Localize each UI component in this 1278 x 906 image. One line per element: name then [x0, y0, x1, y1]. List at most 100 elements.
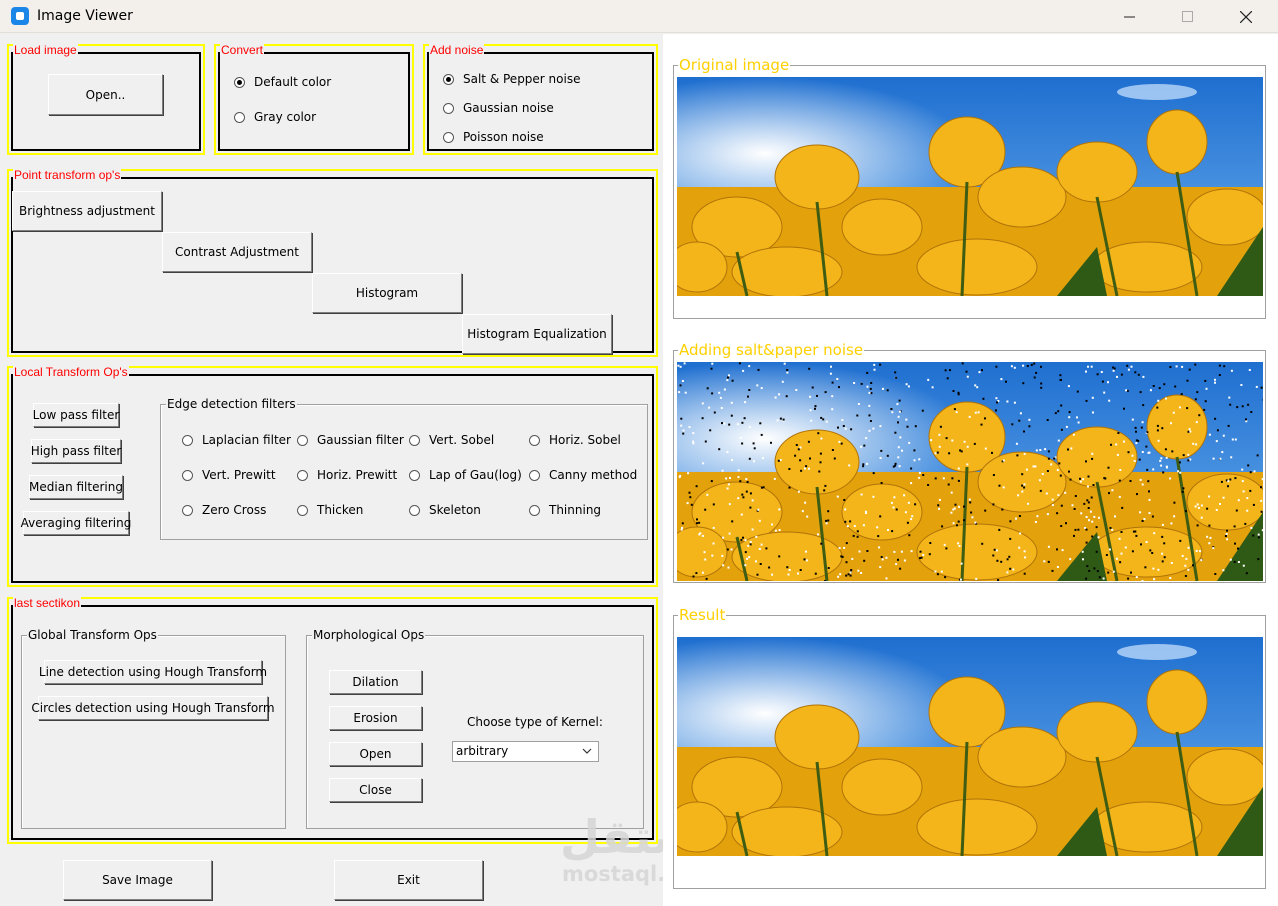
- noise-speck: [1073, 508, 1076, 510]
- radio-horiz-sobel[interactable]: Horiz. Sobel: [529, 433, 621, 447]
- high-pass-filter-button[interactable]: High pass filter: [31, 439, 121, 463]
- noise-speck: [838, 547, 841, 550]
- low-pass-filter-button[interactable]: Low pass filter: [33, 403, 119, 427]
- noise-speck: [1186, 407, 1189, 410]
- open-image-button[interactable]: Open..: [48, 74, 163, 115]
- radio-laplacian-filter[interactable]: Laplacian filter: [182, 433, 291, 447]
- noise-speck: [1151, 552, 1154, 554]
- radio-gaussian-noise[interactable]: Gaussian noise: [443, 101, 554, 115]
- noise-speck: [756, 384, 759, 387]
- window-title: Image Viewer: [37, 8, 133, 24]
- tulips-noisy-photo: [677, 362, 1263, 581]
- radio-label: Vert. Prewitt: [202, 468, 276, 482]
- noise-speck: [869, 387, 872, 390]
- noise-speck: [698, 521, 701, 524]
- noise-speck: [898, 410, 901, 413]
- noise-speck: [882, 387, 884, 390]
- noise-speck: [934, 570, 937, 573]
- edge-detection-group: Edge detection filters Laplacian filter …: [160, 397, 648, 540]
- noise-speck: [1138, 458, 1141, 461]
- noise-speck: [1225, 533, 1228, 535]
- noise-speck: [1006, 571, 1009, 574]
- averaging-filtering-button[interactable]: Averaging filtering: [21, 511, 131, 535]
- histogram-equalization-button[interactable]: Histogram Equalization: [462, 314, 612, 354]
- noise-speck: [1161, 523, 1164, 526]
- radio-thinning[interactable]: Thinning: [529, 503, 601, 517]
- noise-speck: [998, 484, 1001, 487]
- noise-speck: [831, 381, 834, 384]
- noise-speck: [1147, 451, 1150, 454]
- radio-lap-of-gau[interactable]: Lap of Gau(log): [409, 468, 522, 482]
- radio-vert-prewitt[interactable]: Vert. Prewitt: [182, 468, 276, 482]
- noise-speck: [1130, 365, 1133, 368]
- radio-salt-pepper-noise[interactable]: Salt & Pepper noise: [443, 72, 580, 86]
- noise-speck: [1218, 374, 1221, 376]
- contrast-adjustment-button[interactable]: Contrast Adjustment: [162, 232, 312, 272]
- noise-speck: [739, 480, 742, 483]
- noise-speck: [806, 515, 809, 518]
- noise-speck: [900, 550, 903, 553]
- noise-speck: [786, 371, 789, 374]
- exit-button[interactable]: Exit: [334, 860, 483, 900]
- noise-speck: [897, 558, 899, 561]
- noise-speck: [1023, 486, 1026, 489]
- noise-speck: [1108, 492, 1110, 495]
- noise-speck: [1204, 379, 1207, 382]
- noise-speck: [1212, 457, 1215, 460]
- radio-icon: [409, 504, 420, 516]
- close-morph-button[interactable]: Close: [329, 778, 422, 802]
- noise-speck: [1261, 529, 1263, 532]
- dilation-button[interactable]: Dilation: [329, 670, 422, 694]
- noise-speck: [1218, 364, 1221, 367]
- noise-speck: [868, 429, 871, 432]
- noise-speck: [837, 426, 839, 429]
- radio-horiz-prewitt[interactable]: Horiz. Prewitt: [297, 468, 397, 482]
- radio-label: Gray color: [254, 110, 317, 124]
- radio-default-color[interactable]: Default color: [234, 75, 331, 89]
- line-detection-hough-button[interactable]: Line detection using Hough Transform: [39, 660, 267, 684]
- median-filtering-button[interactable]: Median filtering: [29, 475, 123, 499]
- noise-speck: [679, 474, 682, 477]
- noise-speck: [1021, 490, 1024, 493]
- noise-speck: [814, 407, 816, 410]
- radio-vert-sobel[interactable]: Vert. Sobel: [409, 433, 494, 447]
- noise-speck: [706, 387, 709, 390]
- circles-detection-hough-button[interactable]: Circles detection using Hough Transform: [31, 696, 275, 720]
- noise-speck: [719, 396, 722, 399]
- noise-speck: [1192, 564, 1194, 567]
- noise-speck: [1131, 454, 1134, 457]
- radio-zero-cross[interactable]: Zero Cross: [182, 503, 266, 517]
- kernel-type-select[interactable]: arbitrary: [452, 741, 599, 762]
- histogram-button[interactable]: Histogram: [312, 273, 462, 313]
- noise-speck: [938, 498, 941, 501]
- noise-speck: [1058, 462, 1061, 465]
- radio-thicken[interactable]: Thicken: [297, 503, 363, 517]
- brightness-adjustment-button[interactable]: Brightness adjustment: [12, 191, 162, 231]
- save-image-button[interactable]: Save Image: [63, 860, 212, 900]
- noise-speck: [1092, 411, 1094, 414]
- noise-speck: [996, 559, 999, 562]
- open-morph-button[interactable]: Open: [329, 742, 422, 766]
- noise-speck: [850, 428, 853, 431]
- noise-speck: [1073, 534, 1075, 537]
- noise-speck: [1203, 408, 1206, 411]
- noise-speck: [951, 439, 954, 442]
- radio-gaussian-filter[interactable]: Gaussian filter: [297, 433, 404, 447]
- noise-speck: [1111, 489, 1114, 492]
- minimize-button[interactable]: [1101, 0, 1159, 33]
- radio-gray-color[interactable]: Gray color: [234, 110, 316, 124]
- radio-canny-method[interactable]: Canny method: [529, 468, 637, 482]
- radio-skeleton[interactable]: Skeleton: [409, 503, 481, 517]
- noise-speck: [1153, 578, 1156, 581]
- noise-speck: [711, 362, 714, 365]
- close-button[interactable]: [1217, 0, 1275, 33]
- maximize-button[interactable]: [1159, 0, 1217, 33]
- erosion-button[interactable]: Erosion: [329, 706, 422, 730]
- noise-speck: [1118, 479, 1121, 482]
- noise-speck: [1108, 399, 1111, 402]
- noise-speck: [698, 533, 701, 536]
- radio-poisson-noise[interactable]: Poisson noise: [443, 130, 544, 144]
- radio-label: Canny method: [549, 468, 638, 482]
- noise-speck: [704, 440, 707, 443]
- noise-speck: [1157, 568, 1160, 571]
